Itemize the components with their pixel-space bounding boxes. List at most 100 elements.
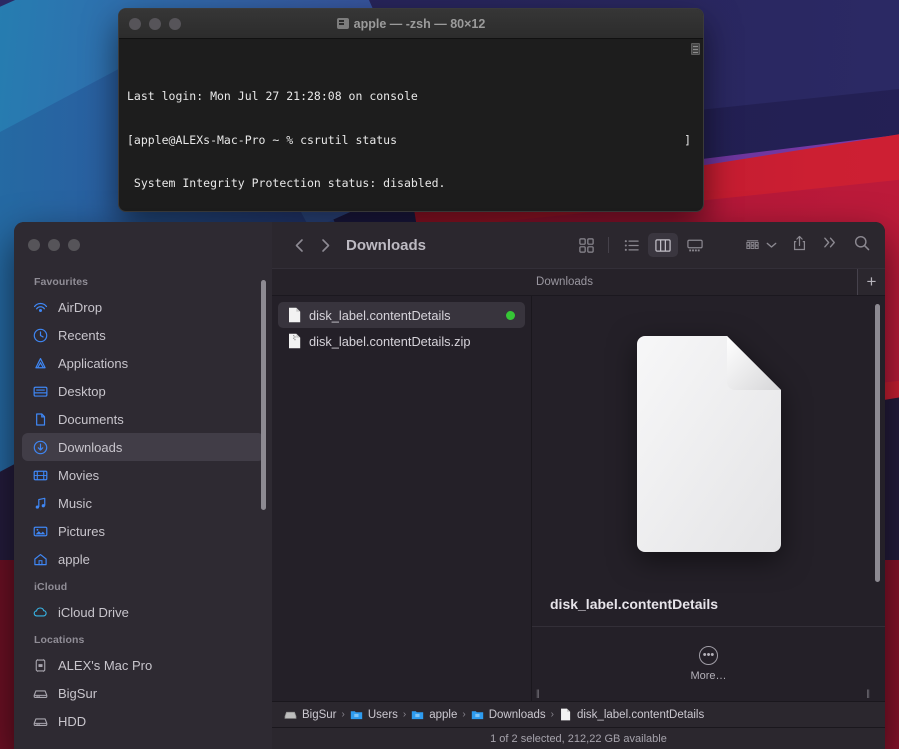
- close-button[interactable]: [28, 239, 40, 251]
- resize-handle-right[interactable]: ||: [866, 688, 870, 698]
- download-icon: [33, 440, 48, 454]
- sidebar-scrollbar[interactable]: [261, 280, 266, 510]
- toolbar-overflow-button[interactable]: [822, 235, 839, 255]
- file-list-column[interactable]: disk_label.contentDetails disk_label.con…: [272, 296, 532, 701]
- sidebar-item-label: ALEX's Mac Pro: [58, 657, 153, 673]
- view-icon-button[interactable]: [571, 233, 601, 257]
- folder-icon: [471, 711, 483, 720]
- sidebar-item-label: Pictures: [58, 523, 105, 539]
- view-column-button[interactable]: [648, 233, 678, 257]
- breadcrumb-separator: ›: [462, 709, 466, 720]
- tab-label: Downloads: [536, 276, 593, 288]
- resize-handle-left[interactable]: ||: [536, 688, 540, 698]
- search-button[interactable]: [853, 234, 871, 257]
- terminal-line-bracket: ]: [684, 132, 691, 147]
- document-icon: [561, 708, 571, 721]
- breadcrumb-label: apple: [429, 708, 458, 721]
- new-tab-button[interactable]: +: [857, 269, 885, 295]
- sidebar-item-airdrop[interactable]: AirDrop: [22, 293, 264, 321]
- ellipsis-circle-icon: •••: [699, 646, 718, 665]
- applications-icon: [35, 357, 46, 368]
- airdrop-icon: [33, 302, 48, 312]
- hard-disk-icon: [284, 711, 297, 719]
- sidebar-item-pictures[interactable]: Pictures: [22, 517, 264, 545]
- terminal-scroll-indicator[interactable]: [691, 43, 700, 55]
- forward-button[interactable]: [312, 232, 338, 258]
- document-icon: [289, 307, 301, 323]
- preview-more-button[interactable]: ••• More…: [532, 627, 885, 701]
- sidebar-item-music[interactable]: Music: [22, 489, 264, 517]
- finder-traffic-lights[interactable]: [28, 239, 80, 251]
- sidebar-item-bigsur[interactable]: BigSur: [22, 679, 264, 707]
- sidebar-item-movies[interactable]: Movies: [22, 461, 264, 489]
- breadcrumb-item-users[interactable]: Users: [350, 709, 398, 721]
- chevron-right-icon: [321, 238, 329, 252]
- sidebar-item-hdd[interactable]: HDD: [22, 707, 264, 735]
- minimize-button[interactable]: [48, 239, 60, 251]
- chevron-down-icon: [766, 242, 777, 248]
- music-note-icon: [35, 497, 46, 509]
- sidebar-item-label: Movies: [58, 467, 100, 483]
- sidebar-item-desktop[interactable]: Desktop: [22, 377, 264, 405]
- breadcrumb-label: Downloads: [488, 708, 546, 721]
- sidebar-item-downloads[interactable]: Downloads: [22, 433, 264, 461]
- preview-file-name: disk_label.contentDetails: [532, 590, 885, 627]
- terminal-title-text: apple — -zsh — 80×12: [353, 16, 486, 31]
- share-button[interactable]: [791, 234, 808, 257]
- list-item[interactable]: disk_label.contentDetails.zip: [278, 328, 525, 354]
- back-button[interactable]: [286, 232, 312, 258]
- desktop-icon: [33, 386, 48, 397]
- group-by-button[interactable]: [744, 237, 777, 254]
- group-by-icon: [746, 239, 759, 249]
- minimize-button[interactable]: [149, 17, 161, 30]
- sidebar-item-apple-home[interactable]: apple: [22, 545, 264, 573]
- maximize-button[interactable]: [169, 17, 181, 30]
- toolbar-right-group: [744, 234, 871, 257]
- terminal-traffic-lights[interactable]: [129, 17, 181, 30]
- breadcrumb-item-downloads[interactable]: Downloads: [471, 709, 546, 721]
- tab-downloads[interactable]: Downloads: [272, 269, 857, 295]
- folder-icon: [350, 711, 363, 720]
- preview-artwork: [532, 296, 885, 590]
- breadcrumb-item-bigsur[interactable]: BigSur: [284, 709, 337, 721]
- gallery-view-icon: [687, 239, 703, 251]
- status-text: 1 of 2 selected, 212,22 GB available: [490, 732, 667, 745]
- home-icon: [34, 553, 47, 565]
- sidebar-item-label: Applications: [58, 355, 129, 371]
- maximize-button[interactable]: [68, 239, 80, 251]
- search-icon: [854, 235, 870, 250]
- sidebar-item-label: Recents: [58, 327, 106, 343]
- terminal-line: [apple@ALEXs-Mac-Pro ~ % csrutil status]: [127, 132, 691, 147]
- finder-titlebar[interactable]: [14, 222, 272, 268]
- breadcrumb-separator: ›: [550, 709, 554, 720]
- terminal-window[interactable]: apple — -zsh — 80×12 Last login: Mon Jul…: [118, 8, 704, 212]
- movies-icon: [33, 470, 48, 480]
- terminal-titlebar[interactable]: apple — -zsh — 80×12: [119, 9, 703, 39]
- sidebar-item-icloud-drive[interactable]: iCloud Drive: [22, 598, 264, 626]
- finder-window[interactable]: Favourites AirDrop Recents Applications: [14, 222, 885, 749]
- finder-main-pane: Downloads Downloads + disk_label.content…: [272, 222, 885, 749]
- list-view-icon: [624, 239, 639, 251]
- column-view-icon: [655, 238, 671, 252]
- status-bar: 1 of 2 selected, 212,22 GB available: [272, 727, 885, 749]
- preview-more-label: More…: [690, 670, 727, 682]
- sidebar-item-applications[interactable]: Applications: [22, 349, 264, 377]
- terminal-output[interactable]: Last login: Mon Jul 27 21:28:08 on conso…: [119, 39, 703, 211]
- sidebar-item-alexs-mac-pro[interactable]: ALEX's Mac Pro: [22, 651, 264, 679]
- terminal-title: apple — -zsh — 80×12: [119, 17, 703, 31]
- sidebar-item-label: iCloud Drive: [58, 604, 129, 620]
- close-button[interactable]: [129, 17, 141, 30]
- more-chevrons-icon: [824, 237, 835, 248]
- terminal-icon: [336, 18, 349, 29]
- breadcrumb-item-file[interactable]: disk_label.contentDetails: [559, 708, 704, 721]
- finder-toolbar: Downloads: [272, 222, 885, 268]
- preview-scrollbar[interactable]: [875, 304, 880, 582]
- list-item[interactable]: disk_label.contentDetails: [278, 302, 525, 328]
- finder-sidebar[interactable]: Favourites AirDrop Recents Applications: [14, 222, 272, 749]
- breadcrumb-item-apple[interactable]: apple: [411, 709, 457, 721]
- sidebar-item-documents[interactable]: Documents: [22, 405, 264, 433]
- view-gallery-button[interactable]: [680, 233, 710, 257]
- view-list-button[interactable]: [616, 233, 646, 257]
- sidebar-item-recents[interactable]: Recents: [22, 321, 264, 349]
- sidebar-item-label: HDD: [58, 713, 87, 729]
